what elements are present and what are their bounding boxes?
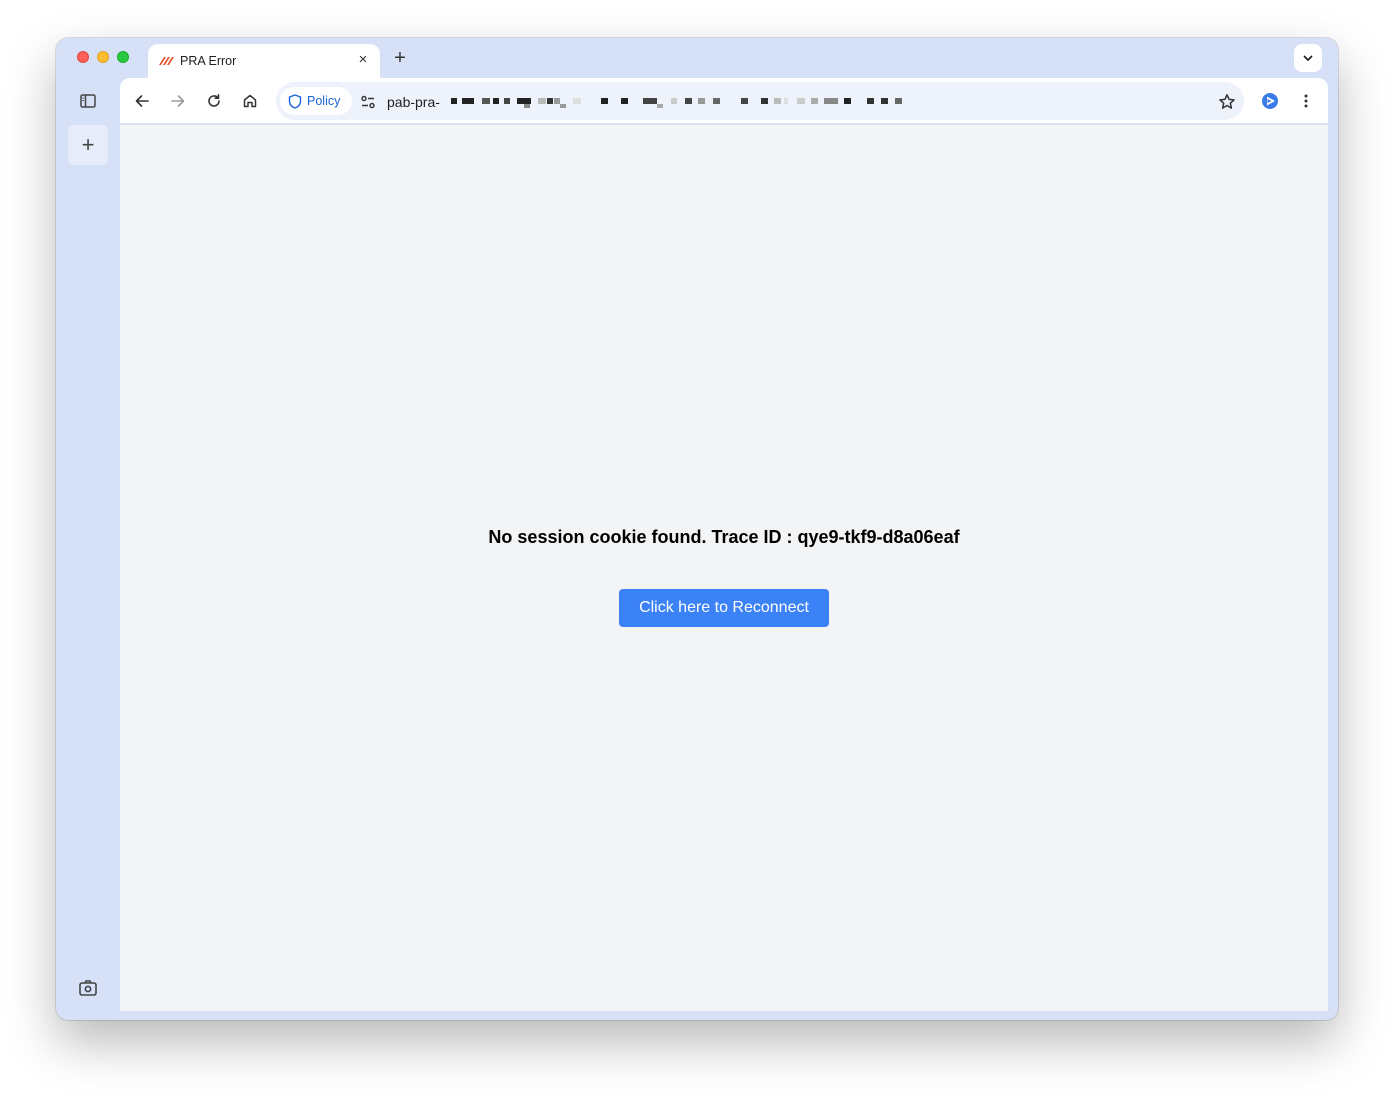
bookmark-star-button[interactable] xyxy=(1216,91,1238,113)
extension-icon xyxy=(1262,93,1278,109)
browser-window: PRA Error × + + Policy pab-pra- No sessi… xyxy=(56,38,1338,1020)
browser-menu-button[interactable] xyxy=(1295,90,1317,112)
tune-icon[interactable] xyxy=(360,94,376,110)
home-button[interactable] xyxy=(239,90,261,112)
shield-icon xyxy=(288,93,302,109)
url-text: pab-pra- xyxy=(387,94,440,110)
window-maximize-button[interactable] xyxy=(117,51,129,63)
camera-icon[interactable] xyxy=(78,978,98,998)
tab-search-button[interactable] xyxy=(1294,44,1322,72)
extension-button[interactable] xyxy=(1259,90,1281,112)
policy-label: Policy xyxy=(307,94,341,108)
slash-logo-icon xyxy=(159,57,174,65)
tab-close-icon[interactable]: × xyxy=(356,52,370,67)
policy-chip[interactable]: Policy xyxy=(280,87,352,115)
sidebar-add-button[interactable]: + xyxy=(68,125,108,165)
tab-active[interactable]: PRA Error × xyxy=(148,44,380,78)
address-bar[interactable]: Policy pab-pra- xyxy=(276,82,1244,120)
window-close-button[interactable] xyxy=(77,51,89,63)
reload-button[interactable] xyxy=(203,90,225,112)
kebab-menu-icon xyxy=(1304,94,1308,108)
arrow-right-icon xyxy=(171,95,185,107)
sidebar-icon[interactable] xyxy=(78,92,98,110)
window-minimize-button[interactable] xyxy=(97,51,109,63)
page-content: No session cookie found. Trace ID : qye9… xyxy=(120,125,1328,1011)
url-redacted-blocks xyxy=(451,98,902,108)
browser-toolbar: Policy pab-pra- xyxy=(120,78,1328,124)
error-message: No session cookie found. Trace ID : qye9… xyxy=(488,527,960,547)
chevron-down-icon xyxy=(1303,55,1313,61)
reconnect-button[interactable]: Click here to Reconnect xyxy=(619,589,829,627)
arrow-left-icon xyxy=(135,95,149,107)
back-button[interactable] xyxy=(131,90,153,112)
star-icon xyxy=(1219,94,1235,109)
new-tab-button[interactable]: + xyxy=(390,48,410,68)
reload-icon xyxy=(208,94,220,107)
tab-title: PRA Error xyxy=(180,54,237,68)
home-icon xyxy=(243,94,257,108)
forward-button[interactable] xyxy=(167,90,189,112)
